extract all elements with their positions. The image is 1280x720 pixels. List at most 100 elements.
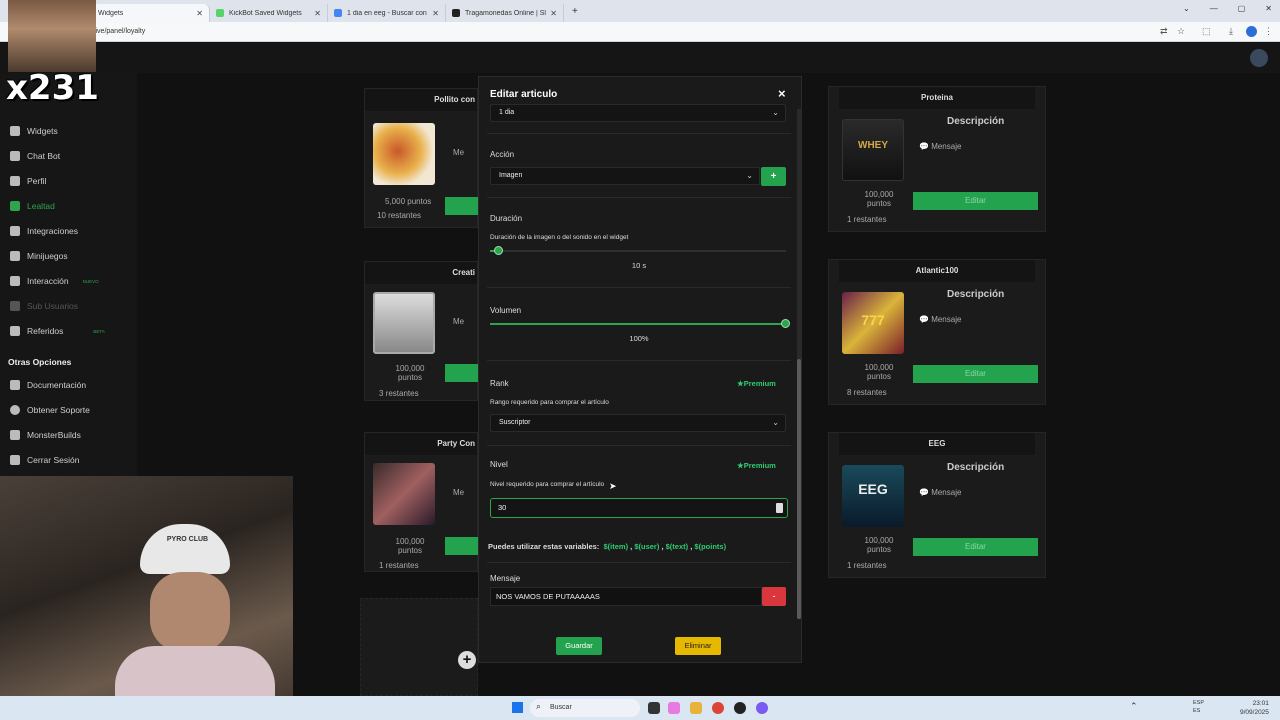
rank-premium-badge: ★Premium: [737, 379, 776, 388]
duration-slider-handle[interactable]: [493, 246, 503, 255]
action-select[interactable]: Imagen ⌄: [490, 167, 760, 185]
variables-hint: Puedes utilizar estas variables: $(item)…: [488, 542, 727, 551]
action-label: Acción: [490, 150, 515, 159]
card-image: [373, 123, 435, 185]
task-view-icon[interactable]: [648, 702, 660, 714]
sidebar-item-cerrar-sesion[interactable]: Cerrar Sesión: [10, 455, 79, 465]
file-explorer-icon[interactable]: [690, 702, 702, 714]
profile-avatar[interactable]: [1246, 26, 1257, 37]
modal-scrollbar[interactable]: [797, 109, 801, 619]
sidebar-item-lealtad[interactable]: Lealtad: [10, 201, 55, 211]
edit-button[interactable]: Editar: [913, 365, 1038, 383]
sidebar-item-documentacion[interactable]: Documentación: [10, 380, 86, 390]
user-avatar[interactable]: [1250, 49, 1268, 67]
card-points: 100,000 puntos: [395, 364, 425, 382]
windows-taskbar: Buscar ⌕ ⌃ ESP ES 23:01 9/09/2025: [0, 696, 1280, 720]
number-stepper-icon[interactable]: [776, 503, 783, 513]
sidebar-item-widgets[interactable]: Widgets: [10, 126, 58, 136]
sidebar-item-integraciones[interactable]: Integraciones: [10, 226, 78, 236]
volume-slider-track[interactable]: [490, 323, 786, 325]
download-icon[interactable]: ⤓: [1229, 26, 1233, 37]
card-description: Descripción: [947, 289, 1005, 300]
card-remaining: 1 restantes: [847, 561, 887, 570]
sidebar-item-monsterbuilds[interactable]: MonsterBuilds: [10, 430, 81, 440]
reward-card: Party Con Me 100,000 puntos 1 restantes: [364, 432, 479, 572]
new-tab-button[interactable]: +: [564, 6, 578, 17]
more-menu-icon[interactable]: ⋮: [1264, 26, 1273, 37]
card-points: 100,000 puntos: [395, 537, 425, 555]
chevron-down-icon: ⌄: [772, 108, 779, 117]
delete-button[interactable]: Eliminar: [675, 637, 721, 655]
sidebar-item-interaccion[interactable]: Interacción NUEVO: [10, 276, 99, 286]
add-action-button[interactable]: +: [761, 167, 786, 186]
period-select[interactable]: 1 dia ⌄: [490, 104, 786, 122]
sidebar-item-perfil[interactable]: Perfil: [10, 176, 46, 186]
address-bar-row: .live/panel/loyalty ⇄ ☆ ⬚ ⤓ ⋮: [0, 22, 1280, 42]
rank-select[interactable]: Suscriptor ⌄: [490, 414, 786, 432]
duration-label: Duración: [490, 214, 523, 223]
browser-tab-google[interactable]: 1 dia en eeg - Buscar con Goog✕: [328, 4, 446, 22]
divider: [487, 133, 791, 134]
volume-value: 100%: [629, 334, 649, 343]
chrome-icon[interactable]: [712, 702, 724, 714]
close-icon[interactable]: ✕: [432, 9, 439, 18]
edit-button[interactable]: [445, 364, 479, 382]
tray-expand-icon[interactable]: ⌃: [1130, 701, 1138, 712]
maximize-icon[interactable]: ▢: [1238, 4, 1246, 13]
close-icon[interactable]: ×: [778, 86, 786, 101]
url-field[interactable]: .live/panel/loyalty: [92, 25, 1142, 39]
variable-item: $(item): [603, 542, 629, 551]
close-icon[interactable]: ✕: [196, 9, 203, 18]
obs-icon[interactable]: [734, 702, 746, 714]
edit-button[interactable]: Editar: [913, 192, 1038, 210]
card-message: 💬 Mensaje: [919, 488, 962, 497]
save-button[interactable]: Guardar: [556, 637, 602, 655]
remove-message-button[interactable]: -: [762, 587, 786, 606]
level-input[interactable]: 30: [490, 498, 788, 518]
sidebar-item-referidos[interactable]: Referidos BETA: [10, 326, 105, 336]
language-indicator[interactable]: ESP ES: [1193, 699, 1204, 715]
taskbar-search[interactable]: Buscar: [530, 699, 640, 717]
add-reward-icon[interactable]: +: [458, 651, 476, 669]
edit-button[interactable]: [445, 537, 479, 555]
webcam-cap: [140, 524, 230, 574]
divider: [487, 360, 791, 361]
tab-search-icon[interactable]: ⌄: [1183, 4, 1190, 13]
google-icon: [334, 9, 342, 17]
message-input[interactable]: NOS VAMOS DE PUTAAAAAS: [490, 587, 762, 606]
edit-button[interactable]: [445, 197, 479, 215]
card-title: Proteina: [839, 87, 1035, 109]
close-icon[interactable]: ✕: [314, 9, 321, 18]
app-icon[interactable]: [756, 702, 768, 714]
edit-button[interactable]: Editar: [913, 538, 1038, 556]
volume-slider-handle[interactable]: [781, 319, 790, 328]
sidebar-item-minijuegos[interactable]: Minijuegos: [10, 251, 68, 261]
card-remaining: 1 restantes: [379, 561, 419, 570]
card-title: Atlantic100: [839, 260, 1035, 282]
browser-tab-slots[interactable]: Tragamonedas Online | Slots o✕: [446, 4, 564, 22]
level-label: Nivel: [490, 460, 508, 469]
clock[interactable]: 23:01 9/09/2025: [1240, 699, 1269, 717]
add-reward-card[interactable]: [360, 598, 478, 696]
card-message: 💬 Mensaje: [919, 142, 962, 151]
extensions-icon[interactable]: ⬚: [1202, 26, 1211, 37]
meme-face-overlay: [8, 0, 96, 72]
star-icon[interactable]: ☆: [1177, 26, 1185, 37]
copilot-icon[interactable]: [668, 702, 680, 714]
duration-slider-track[interactable]: [490, 250, 786, 252]
close-icon[interactable]: ✕: [550, 9, 557, 18]
sidebar-item-sub-usuarios[interactable]: Sub Usuarios: [10, 301, 78, 311]
close-window-icon[interactable]: ✕: [1265, 4, 1272, 13]
minimize-icon[interactable]: —: [1210, 4, 1218, 13]
browser-tab-kickbot[interactable]: KickBot Saved Widgets ✕: [210, 4, 328, 22]
browser-tab-widgets[interactable]: Widgets ✕: [92, 4, 210, 22]
scrollbar-thumb[interactable]: [797, 359, 801, 619]
card-image: EEG: [842, 465, 904, 527]
sidebar-item-soporte[interactable]: Obtener Soporte: [10, 405, 90, 415]
divider: [487, 287, 791, 288]
windows-start-icon[interactable]: [512, 702, 523, 713]
translate-icon[interactable]: ⇄: [1160, 26, 1168, 37]
webcam-overlay: PYRO CLUB: [0, 476, 293, 720]
sidebar-item-chatbot[interactable]: Chat Bot: [10, 151, 60, 161]
divider: [487, 562, 791, 563]
